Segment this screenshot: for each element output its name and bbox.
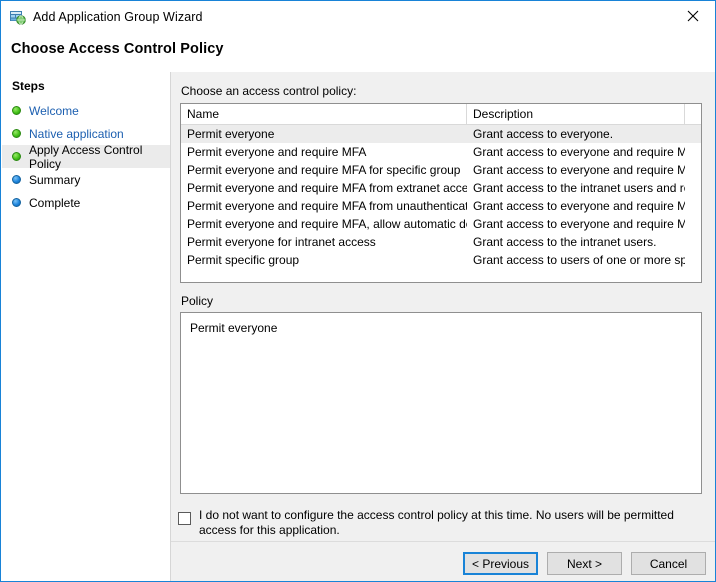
skip-policy-label: I do not want to configure the access co…	[199, 508, 699, 538]
column-header-name[interactable]: Name	[181, 104, 467, 124]
cell-description: Grant access to the intranet users.	[467, 233, 685, 251]
policy-caption: Policy	[181, 294, 213, 308]
table-row[interactable]: Permit everyone and require MFA from ext…	[181, 179, 701, 197]
sidebar-item-complete[interactable]: Complete	[2, 191, 170, 214]
sidebar-item-label: Complete	[29, 196, 80, 210]
cell-description: Grant access to users of one or more spe…	[467, 251, 685, 269]
table-row[interactable]: Permit everyone and require MFA from una…	[181, 197, 701, 215]
sidebar-item-label: Apply Access Control Policy	[29, 143, 170, 171]
cell-name: Permit everyone and require MFA, allow a…	[181, 215, 467, 233]
next-button[interactable]: Next >	[547, 552, 622, 575]
window-title: Add Application Group Wizard	[33, 10, 203, 24]
cell-name: Permit everyone and require MFA from ext…	[181, 179, 467, 197]
skip-policy-checkbox-row[interactable]: I do not want to configure the access co…	[178, 508, 708, 538]
policy-value: Permit everyone	[181, 313, 701, 335]
table-row[interactable]: Permit everyone and require MFA for spec…	[181, 161, 701, 179]
title-bar: Add Application Group Wizard	[1, 1, 715, 32]
cell-description: Grant access to everyone.	[467, 125, 685, 143]
cell-description: Grant access to everyone and require MFA…	[467, 161, 685, 179]
previous-button[interactable]: < Previous	[463, 552, 538, 575]
cell-name: Permit everyone for intranet access	[181, 233, 467, 251]
cell-name: Permit everyone and require MFA for spec…	[181, 161, 467, 179]
wizard-window: Add Application Group Wizard Choose Acce…	[0, 0, 716, 582]
table-row[interactable]: Permit everyone Grant access to everyone…	[181, 125, 701, 143]
table-row[interactable]: Permit everyone and require MFA Grant ac…	[181, 143, 701, 161]
list-header-row: Name Description	[181, 104, 701, 125]
cancel-button[interactable]: Cancel	[631, 552, 706, 575]
sidebar-item-label: Summary	[29, 173, 80, 187]
cell-name: Permit everyone	[181, 125, 467, 143]
step-bullet-icon	[12, 198, 21, 207]
table-row[interactable]: Permit everyone for intranet access Gran…	[181, 233, 701, 251]
column-header-description[interactable]: Description	[467, 104, 685, 124]
steps-sidebar: Steps Welcome Native application Apply A…	[2, 72, 171, 581]
steps-title: Steps	[2, 72, 170, 99]
step-bullet-icon	[12, 106, 21, 115]
cell-name: Permit specific group	[181, 251, 467, 269]
step-bullet-icon	[12, 129, 21, 138]
sidebar-item-summary[interactable]: Summary	[2, 168, 170, 191]
table-row[interactable]: Permit specific group Grant access to us…	[181, 251, 701, 269]
cell-description: Grant access to everyone and require MFA…	[467, 143, 685, 161]
sidebar-item-label: Native application	[29, 127, 124, 141]
dialog-footer: < Previous Next > Cancel	[171, 541, 715, 581]
cell-description: Grant access to everyone and require MFA…	[467, 215, 685, 233]
sidebar-item-welcome[interactable]: Welcome	[2, 99, 170, 122]
step-bullet-icon	[12, 152, 21, 161]
table-row[interactable]: Permit everyone and require MFA, allow a…	[181, 215, 701, 233]
policy-details-box: Permit everyone	[180, 312, 702, 494]
policy-list-caption: Choose an access control policy:	[181, 84, 356, 98]
page-title: Choose Access Control Policy	[11, 41, 224, 57]
step-bullet-icon	[12, 175, 21, 184]
access-control-policy-list[interactable]: Name Description Permit everyone Grant a…	[180, 103, 702, 283]
sidebar-item-apply-access-control-policy[interactable]: Apply Access Control Policy	[2, 145, 170, 168]
column-header-filler	[685, 104, 701, 124]
cell-description: Grant access to everyone and require MFA…	[467, 197, 685, 215]
sidebar-item-label: Welcome	[29, 104, 79, 118]
cell-description: Grant access to the intranet users and r…	[467, 179, 685, 197]
cell-name: Permit everyone and require MFA	[181, 143, 467, 161]
cell-name: Permit everyone and require MFA from una…	[181, 197, 467, 215]
content-pane: Choose an access control policy: Name De…	[171, 72, 715, 581]
application-group-icon	[10, 9, 26, 25]
skip-policy-checkbox[interactable]	[178, 512, 191, 525]
close-icon[interactable]	[670, 1, 715, 31]
